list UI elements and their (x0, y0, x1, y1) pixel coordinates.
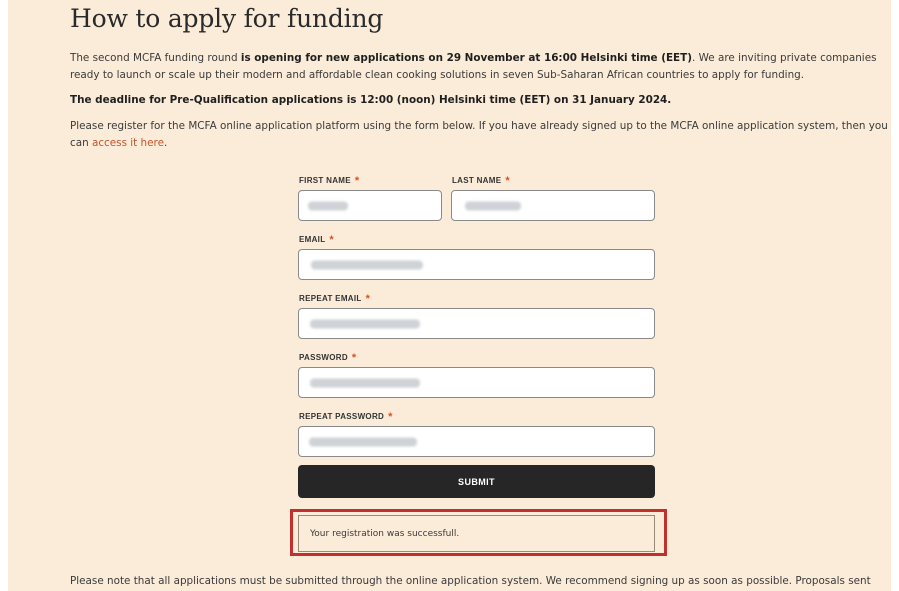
last-name-label: LAST NAME * (452, 175, 510, 187)
redacted-value (309, 437, 417, 446)
intro-bold-text: is opening for new applications on 29 No… (240, 52, 692, 64)
register-paragraph: Please register for the MCFA online appl… (70, 118, 888, 152)
first-name-input[interactable] (298, 190, 442, 221)
required-marker: * (329, 234, 334, 246)
repeat-password-label: REPEAT PASSWORD * (299, 411, 393, 423)
register-text: Please register for the MCFA online appl… (70, 120, 888, 149)
repeat-email-label: REPEAT EMAIL * (299, 293, 371, 305)
required-marker: * (365, 293, 371, 305)
repeat-password-input[interactable] (298, 426, 655, 457)
footer-note: Please note that all applications must b… (70, 575, 871, 587)
password-input[interactable] (298, 367, 655, 398)
intro-paragraph: The second MCFA funding round is opening… (70, 50, 888, 84)
deadline-paragraph: The deadline for Pre-Qualification appli… (70, 94, 672, 106)
page-content: How to apply for funding The second MCFA… (8, 0, 891, 591)
submit-button[interactable]: SUBMIT (298, 465, 655, 498)
intro-text-start: The second MCFA funding round (70, 52, 241, 64)
redacted-value (310, 378, 420, 387)
required-marker: * (388, 411, 393, 423)
redacted-value (465, 201, 521, 210)
redacted-value (311, 260, 423, 269)
register-text-end: . (163, 137, 168, 149)
required-marker: * (351, 352, 357, 364)
redacted-value (310, 319, 420, 328)
required-marker: * (354, 175, 360, 187)
redacted-value (308, 201, 348, 210)
success-message: Your registration was successfull. (298, 515, 655, 552)
email-label: EMAIL * (299, 234, 334, 246)
page-title: How to apply for funding (70, 4, 384, 33)
email-input[interactable] (298, 249, 655, 280)
first-name-label: FIRST NAME * (299, 175, 360, 187)
last-name-input[interactable] (451, 190, 655, 221)
password-label: PASSWORD * (299, 352, 357, 364)
access-link[interactable]: access it here (92, 137, 164, 149)
repeat-email-input[interactable] (298, 308, 655, 339)
required-marker: * (505, 175, 510, 187)
